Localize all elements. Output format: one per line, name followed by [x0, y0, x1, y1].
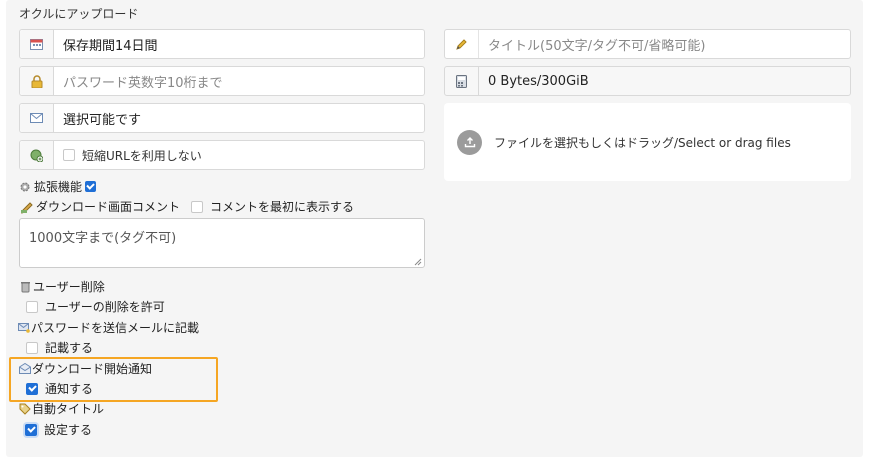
resize-grip-icon[interactable]: [414, 258, 422, 266]
mail-key-icon: [18, 322, 30, 334]
globe-add-icon: [20, 141, 54, 169]
title-placeholder: タイトル(50文字/タグ不可/省略可能): [488, 38, 706, 54]
title-field[interactable]: タイトル(50文字/タグ不可/省略可能): [444, 29, 851, 59]
extended-row: 拡張機能: [19, 178, 103, 195]
user-delete-heading-row: ユーザー削除: [21, 278, 105, 295]
password-field[interactable]: パスワード英数字10桁まで: [19, 66, 425, 96]
envelope-icon: [20, 104, 54, 132]
mail-password-heading-row: パスワードを送信メールに記載: [18, 319, 199, 336]
dl-comment-row: ダウンロード画面コメント コメントを最初に表示する: [21, 198, 354, 215]
user-delete-option-row: ユーザーの削除を許可: [26, 298, 165, 315]
mail-password-option-row: 記載する: [26, 339, 93, 356]
gear-icon: [19, 181, 31, 193]
pencil-icon: [445, 30, 479, 58]
show-first-checkbox[interactable]: [191, 200, 204, 213]
password-placeholder: パスワード英数字10桁まで: [63, 75, 223, 91]
tag-icon: [19, 403, 31, 415]
dl-comment-label: ダウンロード画面コメント: [36, 200, 181, 214]
mail-password-option: 記載する: [45, 341, 94, 355]
dropzone-label: ファイルを選択もしくはドラッグ/Select or drag files: [494, 135, 791, 150]
mail-password-checkbox[interactable]: [26, 341, 38, 354]
retention-value: 保存期間14日間: [63, 38, 158, 54]
user-delete-option: ユーザーの削除を許可: [45, 300, 165, 314]
note-pencil-icon: [21, 201, 33, 214]
email-value: 選択可能です: [63, 112, 142, 128]
size-value: 0 Bytes/300GiB: [488, 73, 589, 89]
auto-title-heading: 自動タイトル: [32, 402, 105, 416]
calculator-icon: [445, 67, 479, 95]
panel-title: オクルにアップロード: [19, 7, 139, 21]
dl-comment-textarea[interactable]: [19, 218, 425, 268]
show-first-label: コメントを最初に表示する: [210, 200, 355, 214]
user-delete-checkbox[interactable]: [26, 300, 38, 313]
upload-icon: [457, 129, 482, 155]
short-url-checkbox[interactable]: [63, 149, 75, 161]
email-select[interactable]: 選択可能です: [19, 103, 425, 133]
calendar-icon: [20, 30, 54, 58]
dl-notify-highlight: [9, 357, 218, 402]
extended-checkbox[interactable]: [85, 181, 97, 192]
user-delete-heading: ユーザー削除: [33, 280, 105, 294]
trash-icon: [21, 281, 30, 293]
auto-title-checkbox[interactable]: [25, 423, 37, 436]
short-url-row: 短縮URLを利用しない: [19, 140, 425, 170]
auto-title-option-row: 設定する: [25, 421, 92, 438]
file-dropzone[interactable]: ファイルを選択もしくはドラッグ/Select or drag files: [444, 103, 851, 181]
short-url-label: 短縮URLを利用しない: [82, 148, 202, 163]
mail-password-heading: パスワードを送信メールに記載: [31, 321, 200, 335]
extended-label: 拡張機能: [34, 180, 83, 194]
retention-select[interactable]: 保存期間14日間: [19, 29, 425, 59]
size-display: 0 Bytes/300GiB: [444, 66, 851, 96]
auto-title-heading-row: 自動タイトル: [19, 400, 104, 417]
auto-title-option: 設定する: [44, 423, 93, 437]
lock-icon: [20, 67, 54, 95]
